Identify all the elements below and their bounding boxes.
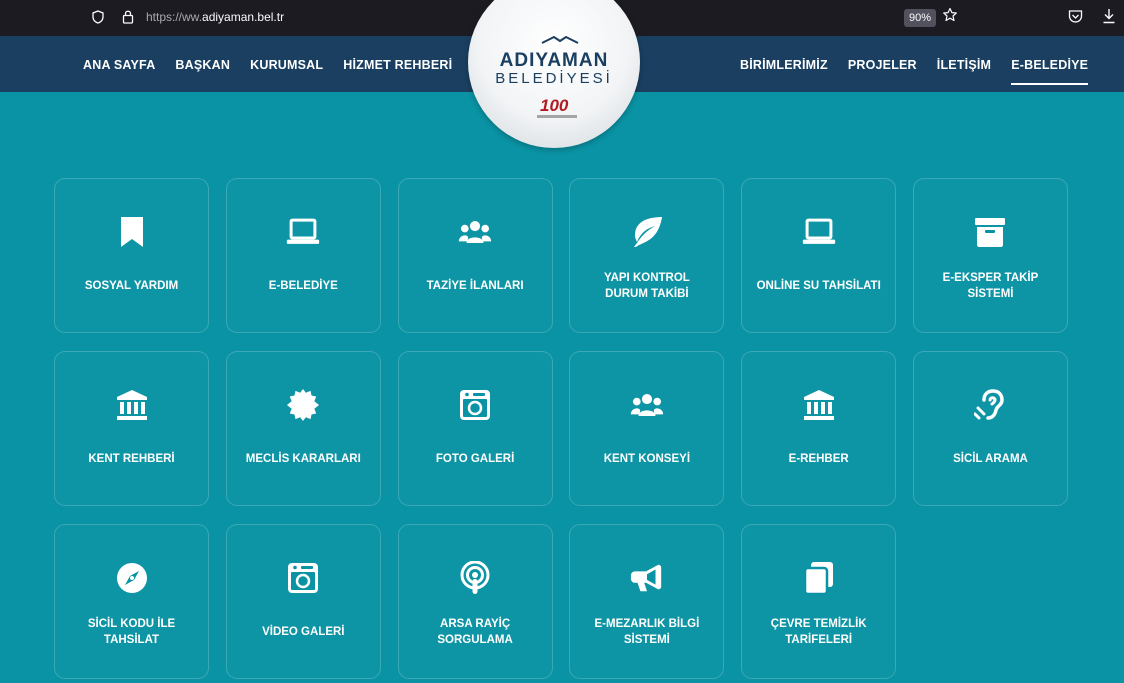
copy-icon [802,561,836,595]
shield-icon[interactable] [92,10,104,24]
service-card-5[interactable]: ONLİNE SU TAHSİLATI [741,178,897,333]
service-card-label: YAPI KONTROL DURUM TAKİBİ [603,272,690,300]
service-card-label: ÇEVRE TEMİZLİK TARİFELERİ [770,618,867,646]
nav-item-ana-sayfa[interactable]: ANA SAYFA [83,58,155,72]
service-card-2[interactable]: E-BELEDİYE [225,178,381,333]
lock-icon[interactable] [122,9,134,24]
service-card-13[interactable]: SİCİL KODU İLE TAHSİLAT [54,524,209,679]
logo-emblem-icon [541,36,579,44]
laptop-icon [286,215,320,249]
main-nav-right: BİRİMLERİMİZ PROJELER İLETİŞİM E-BELEDİY… [740,58,1089,85]
service-card-label: SOSYAL YARDIM [84,280,179,292]
service-card-16[interactable]: E-MEZARLIK BİLGİ SİSTEMİ [569,524,725,679]
service-card-label: E-MEZARLIK BİLGİ SİSTEMİ [594,618,700,646]
service-card-10[interactable]: KENT KONSEYİ [569,351,725,506]
camera-icon [286,561,320,595]
certificate-icon [286,388,320,422]
service-card-label: KENT REHBERİ [88,453,175,465]
nav-item-kurumsal[interactable]: KURUMSAL [250,58,323,72]
nav-item-iletisim[interactable]: İLETİŞİM [937,58,991,72]
bank-icon [802,388,836,422]
nav-item-hizmet-rehberi[interactable]: HİZMET REHBERİ [343,58,452,72]
bookmark-star-icon[interactable] [942,7,958,23]
nav-item-birimlerimiz[interactable]: BİRİMLERİMİZ [740,58,828,72]
zoom-level[interactable]: 90% [904,9,937,27]
service-card-label: E-BELEDİYE [268,280,338,292]
url-text[interactable]: https://ww.adiyaman.bel.tr [146,10,284,24]
service-card-label: TAZİYE İLANLARI [426,280,524,292]
service-card-6[interactable]: E-EKSPER TAKİP SİSTEMİ [912,178,1068,333]
service-card-4[interactable]: YAPI KONTROL DURUM TAKİBİ [569,178,725,333]
service-grid: SOSYAL YARDIM E-BELEDİYE TAZİYE İLANLARI YA… [54,178,1068,679]
service-card-17[interactable]: ÇEVRE TEMİZLİK TARİFELERİ [741,524,897,679]
service-card-14[interactable]: VİDEO GALERİ [225,524,381,679]
users-icon [458,215,492,249]
users-icon [630,388,664,422]
camera-icon [458,388,492,422]
logo-subtitle: BELEDİYESİ [495,70,613,87]
service-card-label: KENT KONSEYİ [603,453,691,465]
centennial-badge-caption [537,115,577,118]
hearing-icon [973,388,1007,422]
pocket-icon[interactable] [1068,9,1083,24]
bookmark-icon [115,215,149,249]
service-card-label: SİCİL ARAMA [953,453,1028,465]
service-card-12[interactable]: SİCİL ARAMA [912,351,1068,506]
service-card-11[interactable]: E-REHBER [741,351,897,506]
download-icon[interactable] [1102,8,1116,24]
leaf-icon [630,215,664,249]
service-card-15[interactable]: ARSA RAYİÇ SORGULAMA [397,524,553,679]
service-card-7[interactable]: KENT REHBERİ [54,351,209,506]
logo-title: ADIYAMAN [499,50,609,71]
compass-icon [115,561,149,595]
service-card-3[interactable]: TAZİYE İLANLARI [397,178,553,333]
service-card-label: E-REHBER [788,453,849,465]
laptop-icon [802,215,836,249]
nav-item-baskan[interactable]: BAŞKAN [175,58,230,72]
service-card-label: ARSA RAYİÇ SORGULAMA [437,618,513,646]
service-card-label: VİDEO GALERİ [262,626,345,638]
service-card-label: SİCİL KODU İLE TAHSİLAT [87,618,176,646]
service-card-label: ONLİNE SU TAHSİLATI [756,280,881,292]
podcast-icon [458,561,492,595]
archive-icon [973,215,1007,249]
service-card-label: E-EKSPER TAKİP SİSTEMİ [942,272,1039,300]
service-card-label: FOTO GALERİ [435,453,515,465]
service-card-1[interactable]: SOSYAL YARDIM [54,178,209,333]
centennial-badge: 100 [540,96,569,115]
service-card-8[interactable]: MECLİS KARARLARI [225,351,381,506]
service-card-label: MECLİS KARARLARI [245,453,361,465]
main-nav-left: ANA SAYFA BAŞKAN KURUMSAL HİZMET REHBERİ [83,58,452,72]
service-card-9[interactable]: FOTO GALERİ [397,351,553,506]
nav-item-projeler[interactable]: PROJELER [848,58,917,72]
megaphone-icon [630,561,664,595]
bank-icon [115,388,149,422]
nav-item-e-belediye[interactable]: E-BELEDİYE [1011,58,1089,85]
